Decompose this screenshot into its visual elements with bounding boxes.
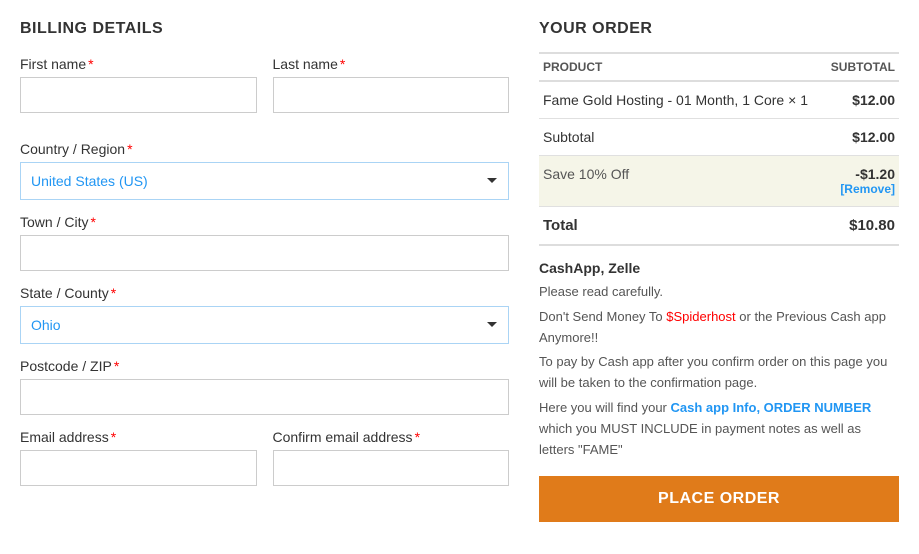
total-row: Total $10.80 — [539, 207, 899, 246]
name-row: First name* Last name* — [20, 56, 509, 127]
subtotal-value-cell: $12.00 — [824, 119, 899, 156]
first-name-input[interactable] — [20, 77, 257, 113]
subtotal-row: Subtotal $12.00 — [539, 119, 899, 156]
country-label: Country / Region* — [20, 141, 509, 157]
product-qty: × 1 — [788, 92, 808, 108]
confirm-email-required: * — [415, 429, 420, 445]
email-input[interactable] — [20, 450, 257, 486]
town-label: Town / City* — [20, 214, 509, 230]
confirm-email-label: Confirm email address* — [273, 429, 510, 445]
order-table: PRODUCT SUBTOTAL Fame Gold Hosting - 01 … — [539, 52, 899, 246]
town-input[interactable] — [20, 235, 509, 271]
payment-line4: Here you will find your Cash app Info, O… — [539, 398, 899, 460]
state-group: State / County* Ohio — [20, 285, 509, 344]
country-group: Country / Region* United States (US) — [20, 141, 509, 200]
postcode-required: * — [114, 358, 119, 374]
order-title: YOUR ORDER — [539, 20, 899, 38]
order-table-header: PRODUCT SUBTOTAL — [539, 53, 899, 81]
coupon-discount-cell: -$1.20 [Remove] — [824, 156, 899, 207]
state-label: State / County* — [20, 285, 509, 301]
payment-line3: To pay by Cash app after you confirm ord… — [539, 352, 899, 394]
subtotal-label-cell: Subtotal — [539, 119, 824, 156]
total-value-cell: $10.80 — [824, 207, 899, 246]
coupon-label-cell: Save 10% Off — [539, 156, 824, 207]
place-order-button[interactable]: PLACE ORDER — [539, 476, 899, 522]
total-label-cell: Total — [539, 207, 824, 246]
town-group: Town / City* — [20, 214, 509, 271]
email-row: Email address* Confirm email address* — [20, 429, 509, 500]
state-required: * — [111, 285, 116, 301]
postcode-input[interactable] — [20, 379, 509, 415]
last-name-input[interactable] — [273, 77, 510, 113]
last-name-required: * — [340, 56, 345, 72]
confirm-email-input[interactable] — [273, 450, 510, 486]
product-col-header: PRODUCT — [539, 53, 824, 81]
first-name-group: First name* — [20, 56, 257, 113]
payment-link: Cash app Info, ORDER NUMBER — [671, 400, 872, 415]
product-name: Fame Gold Hosting - 01 Month, 1 Core — [543, 92, 784, 108]
payment-line2: Don't Send Money To $Spiderhost or the P… — [539, 307, 899, 349]
product-row: Fame Gold Hosting - 01 Month, 1 Core × 1… — [539, 81, 899, 119]
payment-highlight: $Spiderhost — [666, 309, 735, 324]
payment-line1: Please read carefully. — [539, 282, 899, 303]
country-select[interactable]: United States (US) — [20, 162, 509, 200]
email-label: Email address* — [20, 429, 257, 445]
billing-title: BILLING DETAILS — [20, 20, 509, 38]
order-section: YOUR ORDER PRODUCT SUBTOTAL Fame Gold Ho… — [539, 20, 899, 534]
payment-section: CashApp, Zelle Please read carefully. Do… — [539, 260, 899, 522]
postcode-group: Postcode / ZIP* — [20, 358, 509, 415]
billing-section: BILLING DETAILS First name* Last name* C… — [20, 20, 509, 534]
product-name-cell: Fame Gold Hosting - 01 Month, 1 Core × 1 — [539, 81, 824, 119]
confirm-email-group: Confirm email address* — [273, 429, 510, 486]
product-price-cell: $12.00 — [824, 81, 899, 119]
last-name-group: Last name* — [273, 56, 510, 113]
email-required: * — [111, 429, 116, 445]
coupon-remove-link[interactable]: [Remove] — [828, 182, 895, 196]
town-required: * — [90, 214, 95, 230]
country-required: * — [127, 141, 132, 157]
state-select[interactable]: Ohio — [20, 306, 509, 344]
first-name-required: * — [88, 56, 93, 72]
subtotal-col-header: SUBTOTAL — [824, 53, 899, 81]
coupon-row: Save 10% Off -$1.20 [Remove] — [539, 156, 899, 207]
last-name-label: Last name* — [273, 56, 510, 72]
payment-title: CashApp, Zelle — [539, 260, 899, 276]
postcode-label: Postcode / ZIP* — [20, 358, 509, 374]
email-group: Email address* — [20, 429, 257, 486]
coupon-discount-value: -$1.20 — [855, 166, 895, 182]
first-name-label: First name* — [20, 56, 257, 72]
